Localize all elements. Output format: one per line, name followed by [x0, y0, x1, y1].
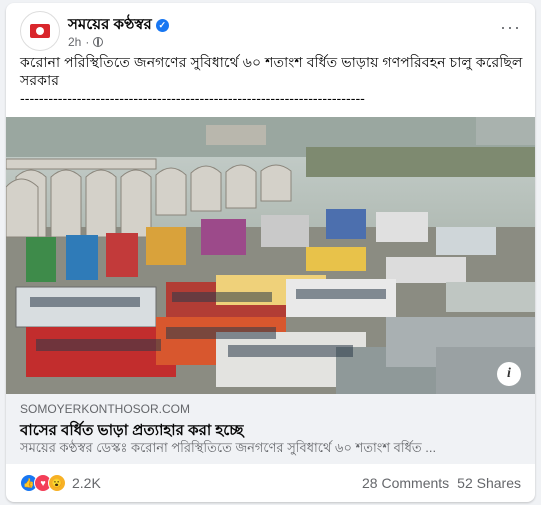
post-meta: 2h · [68, 35, 104, 49]
post-divider-line: ----------------------------------------… [20, 91, 365, 107]
link-preview-image[interactable]: i [6, 117, 535, 394]
post-header: সময়ের কণ্ঠস্বর ✓ 2h · ··· [16, 11, 525, 51]
verified-badge-icon: ✓ [155, 19, 169, 32]
link-preview[interactable]: SOMOYERKONTHOSOR.COM বাসের বর্ধিত ভাড়া … [6, 394, 535, 464]
post-time[interactable]: 2h [68, 35, 81, 49]
post-stats: 👍 ♥ 😮 2.2K 28 Comments 52 Shares [20, 471, 521, 495]
page-avatar[interactable] [20, 11, 60, 51]
link-domain: SOMOYERKONTHOSOR.COM [20, 402, 191, 416]
post-text-line: করোনা পরিস্থিতিতে জনগণের সুবিধার্থে ৬০ শ… [20, 55, 523, 89]
logo-mark-icon [30, 24, 50, 38]
link-description: সময়ের কণ্ঠস্বর ডেস্কঃ করোনা পরিস্থিতিতে… [20, 440, 437, 455]
bus-terminal-photo [6, 117, 535, 394]
more-options-button[interactable]: ··· [500, 17, 521, 38]
reactions[interactable]: 👍 ♥ 😮 2.2K [20, 474, 101, 492]
comments-shares: 28 Comments 52 Shares [362, 475, 521, 491]
comments-count[interactable]: 28 Comments [362, 475, 449, 491]
post-text: করোনা পরিস্থিতিতে জনগণের সুবিধার্থে ৬০ শ… [20, 54, 525, 108]
shares-count[interactable]: 52 Shares [457, 475, 521, 491]
reactions-count[interactable]: 2.2K [72, 475, 101, 491]
post-card: সময়ের কণ্ঠস্বর ✓ 2h · ··· করোনা পরিস্থি… [6, 3, 535, 502]
info-icon[interactable]: i [497, 362, 521, 386]
wow-icon: 😮 [48, 474, 66, 492]
globe-icon [93, 37, 104, 47]
